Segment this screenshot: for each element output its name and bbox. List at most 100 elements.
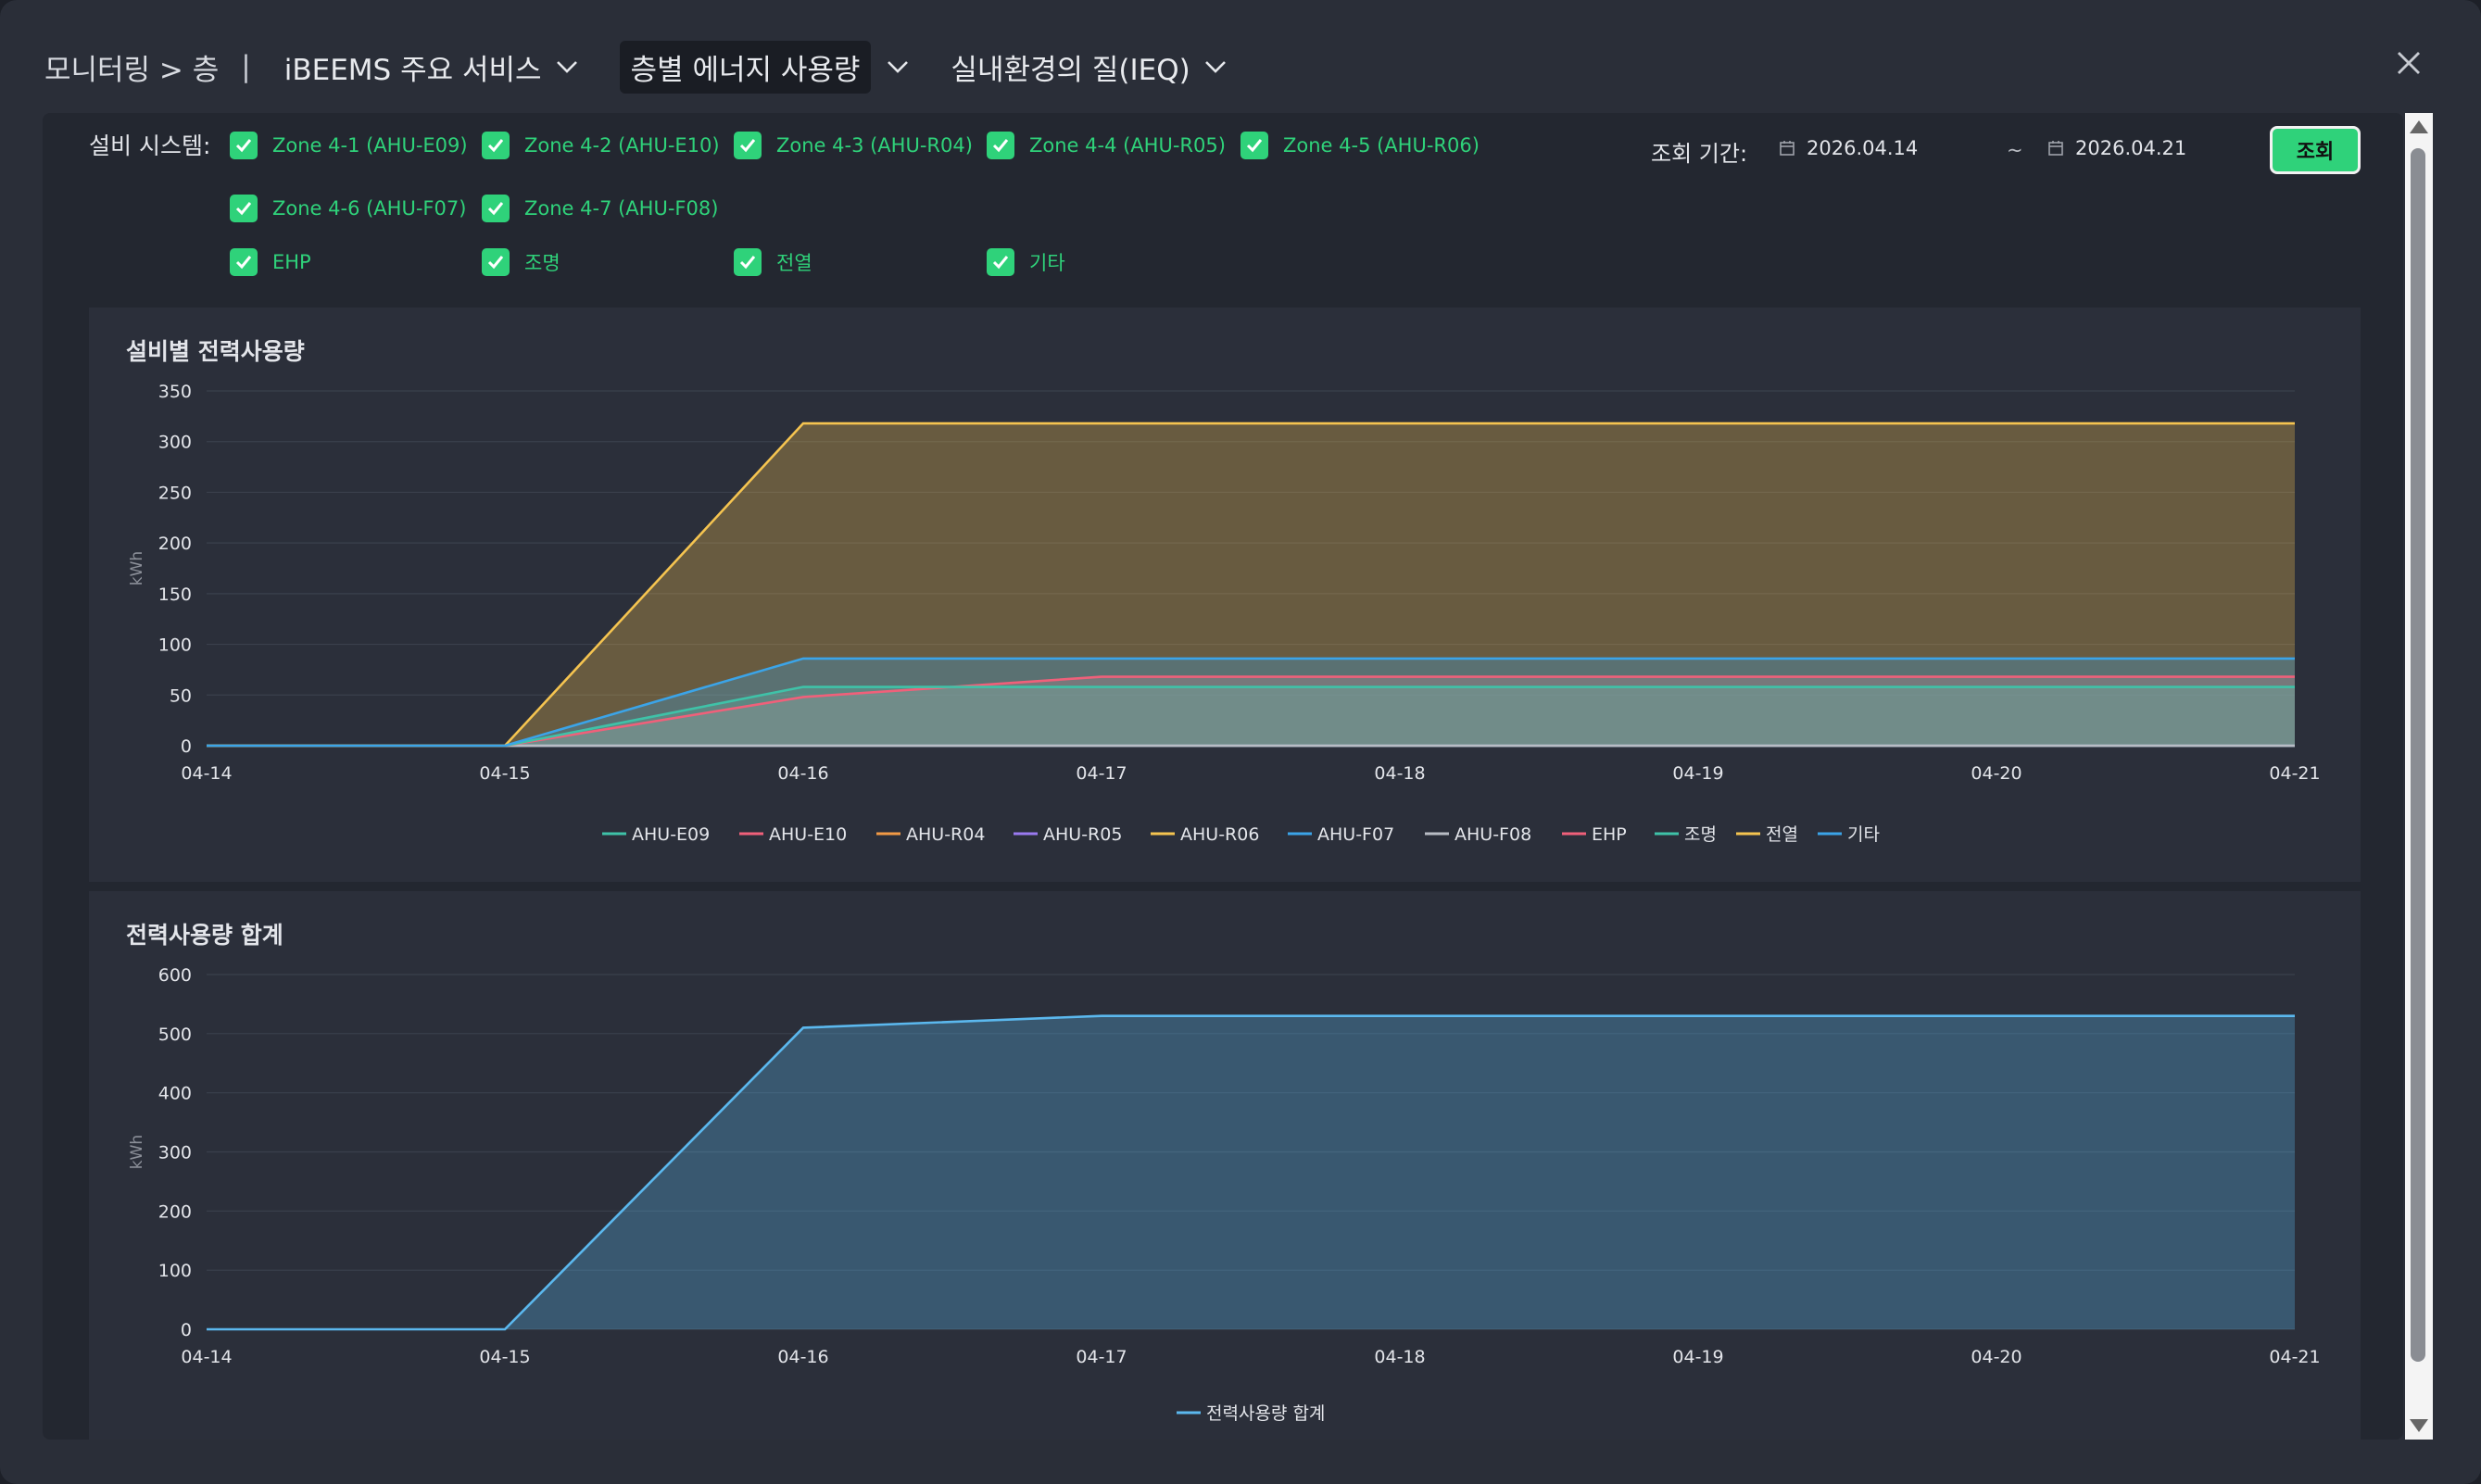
y-tick-label: 500 xyxy=(158,1025,192,1045)
checkbox-label: Zone 4-1 (AHU-E09) xyxy=(272,134,468,157)
end-date-picker[interactable]: 2026.04.21 xyxy=(2047,137,2186,159)
x-tick-label: 04-15 xyxy=(479,763,530,784)
x-tick-label: 04-20 xyxy=(1971,763,2021,784)
check-icon xyxy=(987,248,1014,276)
scroll-up-icon[interactable] xyxy=(2410,120,2428,133)
y-tick-label: 600 xyxy=(158,965,192,986)
legend-item[interactable]: EHP xyxy=(1592,824,1627,845)
y-tick-label: 300 xyxy=(158,1143,192,1163)
header: 모니터링 > 층 | iBEEMS 주요 서비스 층별 에너지 사용량 실내환경… xyxy=(44,39,1242,94)
period-tilde: ~ xyxy=(2007,139,2023,161)
checkbox-label: 전열 xyxy=(776,252,812,274)
checkbox-other[interactable]: 기타 xyxy=(987,248,1065,276)
end-date-value: 2026.04.21 xyxy=(2075,137,2187,159)
checkbox-label: Zone 4-6 (AHU-F07) xyxy=(272,197,467,220)
legend-item[interactable]: 기타 xyxy=(1847,824,1880,845)
menu-ieq[interactable]: 실내환경의 질(IEQ) xyxy=(939,41,1241,94)
x-tick-label: 04-16 xyxy=(777,1347,828,1367)
checkbox-zone-4-5[interactable]: Zone 4-5 (AHU-R06) xyxy=(1240,132,1480,159)
scrollbar-thumb[interactable] xyxy=(2411,148,2425,1362)
chart-equipment-power: 0 50 100 150 200 250 300 350 kWh 04-14 04-15 04-16 0… xyxy=(128,382,2321,845)
calendar-icon xyxy=(2048,141,2063,156)
checkbox-label: 조명 xyxy=(524,252,560,274)
chevron-down-icon[interactable] xyxy=(882,51,913,82)
chevron-down-icon xyxy=(1200,51,1231,82)
legend-item[interactable]: AHU-F08 xyxy=(1455,824,1531,845)
x-tick-label: 04-18 xyxy=(1374,1347,1425,1367)
breadcrumb: 모니터링 > 층 xyxy=(44,53,220,87)
legend-item[interactable]: AHU-R05 xyxy=(1043,824,1122,845)
checkbox-zone-4-3[interactable]: Zone 4-3 (AHU-R04) xyxy=(734,132,973,159)
x-tick-label: 04-14 xyxy=(181,1347,232,1367)
check-icon xyxy=(230,195,258,222)
checkbox-label: 기타 xyxy=(1029,252,1065,274)
menu-floor-energy-usage[interactable]: 층별 에너지 사용량 xyxy=(619,40,872,94)
x-tick-label: 04-15 xyxy=(479,1347,530,1367)
legend-item[interactable]: AHU-E09 xyxy=(632,824,710,845)
close-icon xyxy=(2398,52,2420,74)
chart-total-power: 0 100 200 300 400 500 600 kWh 04-14 04-15 04-16 04-… xyxy=(128,965,2321,1424)
search-button[interactable]: 조회 xyxy=(2270,126,2361,174)
x-tick-label: 04-21 xyxy=(2269,763,2320,784)
legend-item[interactable]: AHU-R06 xyxy=(1180,824,1259,845)
checkbox-zone-4-2[interactable]: Zone 4-2 (AHU-E10) xyxy=(482,132,720,159)
x-tick-label: 04-21 xyxy=(2269,1347,2320,1367)
menu-label: iBEEMS 주요 서비스 xyxy=(283,53,542,87)
calendar-icon xyxy=(1780,141,1795,156)
chart-legend: 전력사용량 합계 xyxy=(1177,1403,1325,1424)
scroll-down-icon[interactable] xyxy=(2410,1419,2428,1432)
check-icon xyxy=(987,132,1014,159)
x-tick-label: 04-19 xyxy=(1672,1347,1723,1367)
legend-item[interactable]: AHU-R04 xyxy=(906,824,985,845)
equipment-filter-label: 설비 시스템: xyxy=(89,132,211,159)
scrollbar[interactable] xyxy=(2405,113,2433,1440)
x-tick-label: 04-17 xyxy=(1076,1347,1127,1367)
y-tick-label: 0 xyxy=(181,736,192,757)
x-tick-label: 04-20 xyxy=(1971,1347,2021,1367)
period-label: 조회 기간: xyxy=(1651,141,1748,167)
check-icon xyxy=(230,132,258,159)
check-icon xyxy=(1240,132,1268,159)
legend-item[interactable]: AHU-F07 xyxy=(1317,824,1394,845)
check-icon xyxy=(230,248,258,276)
legend-item[interactable]: 전력사용량 합계 xyxy=(1206,1403,1325,1424)
checkbox-label: Zone 4-5 (AHU-R06) xyxy=(1283,134,1480,157)
y-axis-label: kWh xyxy=(128,1135,146,1169)
checkbox-zone-4-6[interactable]: Zone 4-6 (AHU-F07) xyxy=(230,195,466,222)
checkbox-label: Zone 4-3 (AHU-R04) xyxy=(776,134,973,157)
menu-ibeems-services[interactable]: iBEEMS 주요 서비스 xyxy=(273,41,594,94)
y-tick-label: 0 xyxy=(181,1320,192,1340)
checkbox-lighting[interactable]: 조명 xyxy=(482,248,560,276)
legend-item[interactable]: 조명 xyxy=(1684,824,1717,845)
legend-item[interactable]: 전열 xyxy=(1766,824,1798,845)
start-date-value: 2026.04.14 xyxy=(1807,137,1919,159)
y-tick-label: 150 xyxy=(158,585,192,605)
checkbox-zone-4-7[interactable]: Zone 4-7 (AHU-F08) xyxy=(482,195,718,222)
y-tick-label: 250 xyxy=(158,483,192,503)
y-tick-label: 350 xyxy=(158,382,192,402)
checkbox-outlet[interactable]: 전열 xyxy=(734,248,812,276)
checkbox-zone-4-4[interactable]: Zone 4-4 (AHU-R05) xyxy=(987,132,1226,159)
checkbox-zone-4-1[interactable]: Zone 4-1 (AHU-E09) xyxy=(230,132,468,159)
x-tick-label: 04-14 xyxy=(181,763,232,784)
checkbox-ehp[interactable]: EHP xyxy=(230,248,311,276)
start-date-picker[interactable]: 2026.04.14 xyxy=(1779,137,1918,159)
y-tick-label: 400 xyxy=(158,1084,192,1104)
y-tick-label: 300 xyxy=(158,433,192,453)
close-button[interactable] xyxy=(2387,41,2431,85)
series-area xyxy=(207,1015,2295,1329)
check-icon xyxy=(482,132,510,159)
content-area: 설비 시스템: Zone 4-1 (AHU-E09) Zone 4-2 (AHU… xyxy=(43,113,2403,1440)
checkbox-label: Zone 4-4 (AHU-R05) xyxy=(1029,134,1226,157)
check-icon xyxy=(734,248,762,276)
y-tick-label: 200 xyxy=(158,534,192,554)
check-icon xyxy=(482,195,510,222)
check-icon xyxy=(734,132,762,159)
menu-label: 실내환경의 질(IEQ) xyxy=(951,53,1190,87)
chevron-down-icon xyxy=(551,51,583,82)
chart-legend: AHU-E09 AHU-E10 AHU-R04 AHU-R05 AHU-R06 AHU-F… xyxy=(602,824,1880,845)
breadcrumb-separator: | xyxy=(241,50,251,83)
legend-item[interactable]: AHU-E10 xyxy=(769,824,847,845)
x-tick-label: 04-17 xyxy=(1076,763,1127,784)
checkbox-label: Zone 4-7 (AHU-F08) xyxy=(524,197,719,220)
